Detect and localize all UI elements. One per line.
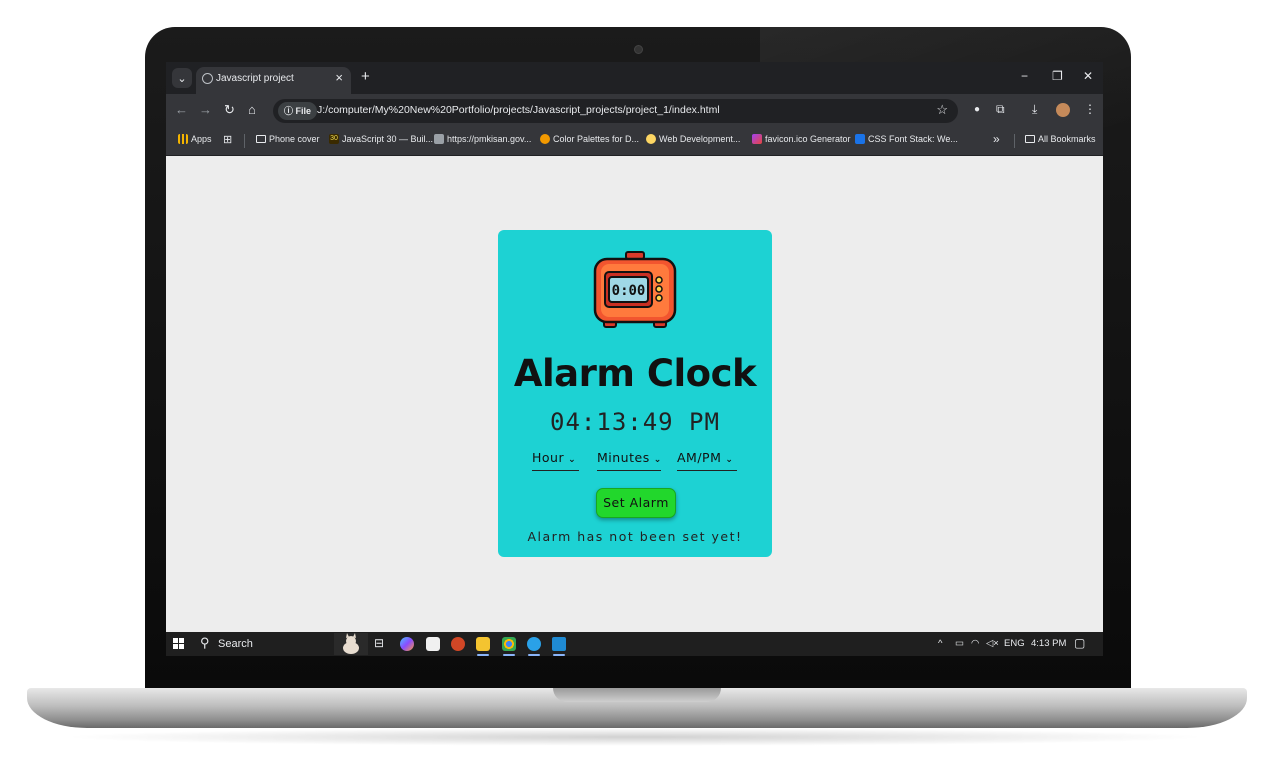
bookmarks-overflow-button[interactable]: »	[993, 132, 1000, 146]
ampm-select[interactable]: AM/PM ⌄	[677, 450, 737, 471]
menu-dots-icon[interactable]: ⋮	[1084, 102, 1096, 116]
chevron-down-icon: ⌄	[568, 455, 577, 465]
browser-toolbar: ← → ↻ ⌂ ⓘ File J:/computer/My%20New%20Po…	[166, 94, 1103, 127]
screen: ⌄ Javascript project × + − ❐ ✕ ← → ↻ ⌂ ⓘ…	[166, 62, 1103, 656]
address-bar[interactable]: ⓘ File J:/computer/My%20New%20Portfolio/…	[273, 99, 958, 123]
bookmark-javascript30[interactable]: 30 JavaScript 30 — Buil...	[329, 134, 433, 144]
taskbar-clock[interactable]: 4:13 PM	[1031, 638, 1066, 649]
apps-grid-icon	[178, 134, 188, 144]
bookmarks-bar: Apps ⊞ Phone cover 30 JavaScript 30 — Bu…	[166, 127, 1103, 156]
bookmark-label: Web Development...	[659, 134, 741, 144]
extensions-puzzle-icon[interactable]: ⧉	[996, 102, 1005, 117]
minutes-select[interactable]: Minutes ⌄	[597, 450, 661, 471]
bookmark-apps[interactable]: Apps	[178, 134, 212, 144]
wifi-icon[interactable]: ◠	[971, 638, 979, 649]
globe-icon	[202, 73, 213, 84]
bookmark-label: Phone cover	[269, 134, 320, 144]
file-explorer-icon[interactable]	[476, 637, 490, 656]
download-icon[interactable]: ⤓	[1032, 102, 1037, 117]
tab-title: Javascript project	[216, 73, 294, 84]
webcam	[634, 45, 643, 54]
chevron-down-icon: ⌄	[725, 455, 734, 465]
chrome-icon[interactable]	[502, 637, 516, 656]
browser-tab-bar: ⌄ Javascript project × + − ❐ ✕	[166, 62, 1103, 94]
bookmark-separator	[244, 134, 245, 148]
bookmark-web-development[interactable]: Web Development...	[646, 134, 740, 144]
url-text[interactable]: J:/computer/My%20New%20Portfolio/project…	[317, 104, 720, 116]
new-tab-button[interactable]: +	[361, 68, 370, 85]
bookmark-label: Color Palettes for D...	[553, 134, 640, 144]
bookmark-label: All Bookmarks	[1038, 134, 1096, 144]
restore-button[interactable]: ❐	[1052, 69, 1063, 83]
set-alarm-button[interactable]: Set Alarm	[596, 488, 676, 518]
folder-icon	[256, 135, 266, 143]
bookmark-label: Apps	[191, 134, 212, 144]
bookmark-css-font-stack[interactable]: CSS Font Stack: We...	[855, 134, 958, 144]
windows-start-icon[interactable]	[173, 638, 184, 649]
minimize-button[interactable]: −	[1021, 69, 1028, 83]
reload-button[interactable]: ↻	[224, 102, 235, 118]
alarm-status: Alarm has not been set yet!	[527, 529, 743, 544]
ampm-select-label: AM/PM	[677, 450, 722, 465]
extension-pin-icon[interactable]: ●	[974, 104, 980, 115]
store-icon[interactable]	[426, 637, 440, 651]
task-view-icon[interactable]: ⊟	[374, 636, 388, 650]
pmkisan-icon	[434, 134, 444, 144]
site-info-chip[interactable]: ⓘ File	[278, 102, 318, 120]
alarm-card: 0:00 Alarm Clock 04:13:49 PM Hour ⌄ Minut…	[498, 230, 772, 557]
page-content: 0:00 Alarm Clock 04:13:49 PM Hour ⌄ Minut…	[166, 156, 1103, 632]
close-window-button[interactable]: ✕	[1083, 69, 1093, 83]
notification-icon[interactable]: ▢	[1074, 636, 1085, 650]
laptop-base-notch	[553, 688, 721, 702]
bookmark-color-palettes[interactable]: Color Palettes for D...	[540, 134, 639, 144]
cat-widget-icon	[334, 633, 368, 655]
current-time: 04:13:49 PM	[550, 408, 720, 436]
bookmark-label: favicon.ico Generator	[765, 134, 851, 144]
clock-display: 0:00	[612, 283, 646, 299]
hour-select-label: Hour	[532, 450, 565, 465]
color-palette-icon	[540, 134, 550, 144]
home-button[interactable]: ⌂	[248, 102, 256, 117]
profile-avatar[interactable]	[1056, 103, 1070, 117]
bookmark-separator	[1014, 134, 1015, 148]
bookmark-pmkisan[interactable]: https://pmkisan.gov...	[434, 134, 531, 144]
favicon-icon	[752, 134, 762, 144]
vscode-icon[interactable]	[552, 637, 566, 656]
bookmark-phone-cover[interactable]: Phone cover	[256, 134, 320, 144]
chevron-down-icon: ⌄	[653, 455, 662, 465]
bookmark-label: CSS Font Stack: We...	[868, 134, 958, 144]
folder-icon	[1025, 135, 1035, 143]
all-bookmarks-button[interactable]: All Bookmarks	[1025, 134, 1096, 144]
bookmark-label: https://pmkisan.gov...	[447, 134, 532, 144]
powerpoint-icon[interactable]	[451, 637, 465, 651]
taskbar-search-label[interactable]: Search	[218, 638, 253, 650]
tab-groups-icon[interactable]: ⊞	[223, 133, 232, 146]
forward-button[interactable]: →	[199, 102, 212, 117]
language-indicator[interactable]: ENG	[1004, 638, 1025, 649]
js30-icon: 30	[329, 134, 339, 144]
page-title: Alarm Clock	[513, 352, 757, 395]
bookmark-label: JavaScript 30 — Buil...	[342, 134, 434, 144]
minutes-select-label: Minutes	[597, 450, 650, 465]
bookmark-star-icon[interactable]: ☆	[936, 102, 948, 118]
tab-javascript-project[interactable]: Javascript project ×	[196, 67, 351, 94]
laptop-shadow	[60, 728, 1210, 746]
bookmark-favicon-generator[interactable]: favicon.ico Generator	[752, 134, 851, 144]
search-icon[interactable]: ⚲	[200, 635, 210, 651]
speaker-muted-icon[interactable]: ◁×	[986, 638, 999, 649]
copilot-icon[interactable]	[400, 637, 414, 651]
alarm-clock-icon: 0:00	[593, 251, 677, 328]
windows-taskbar: ⚲ Search ⊟ ^ ▭ ◠ ◁× ENG 4:13 PM ▢	[166, 632, 1103, 656]
css-font-icon	[855, 134, 865, 144]
tab-search-button[interactable]: ⌄	[172, 68, 192, 88]
back-button[interactable]: ←	[175, 102, 188, 117]
hour-select[interactable]: Hour ⌄	[532, 450, 579, 471]
telegram-icon[interactable]	[527, 637, 541, 656]
tab-close-icon[interactable]: ×	[335, 70, 343, 85]
battery-icon[interactable]: ▭	[955, 638, 964, 649]
tray-overflow-icon[interactable]: ^	[938, 638, 942, 649]
web-dev-icon	[646, 134, 656, 144]
